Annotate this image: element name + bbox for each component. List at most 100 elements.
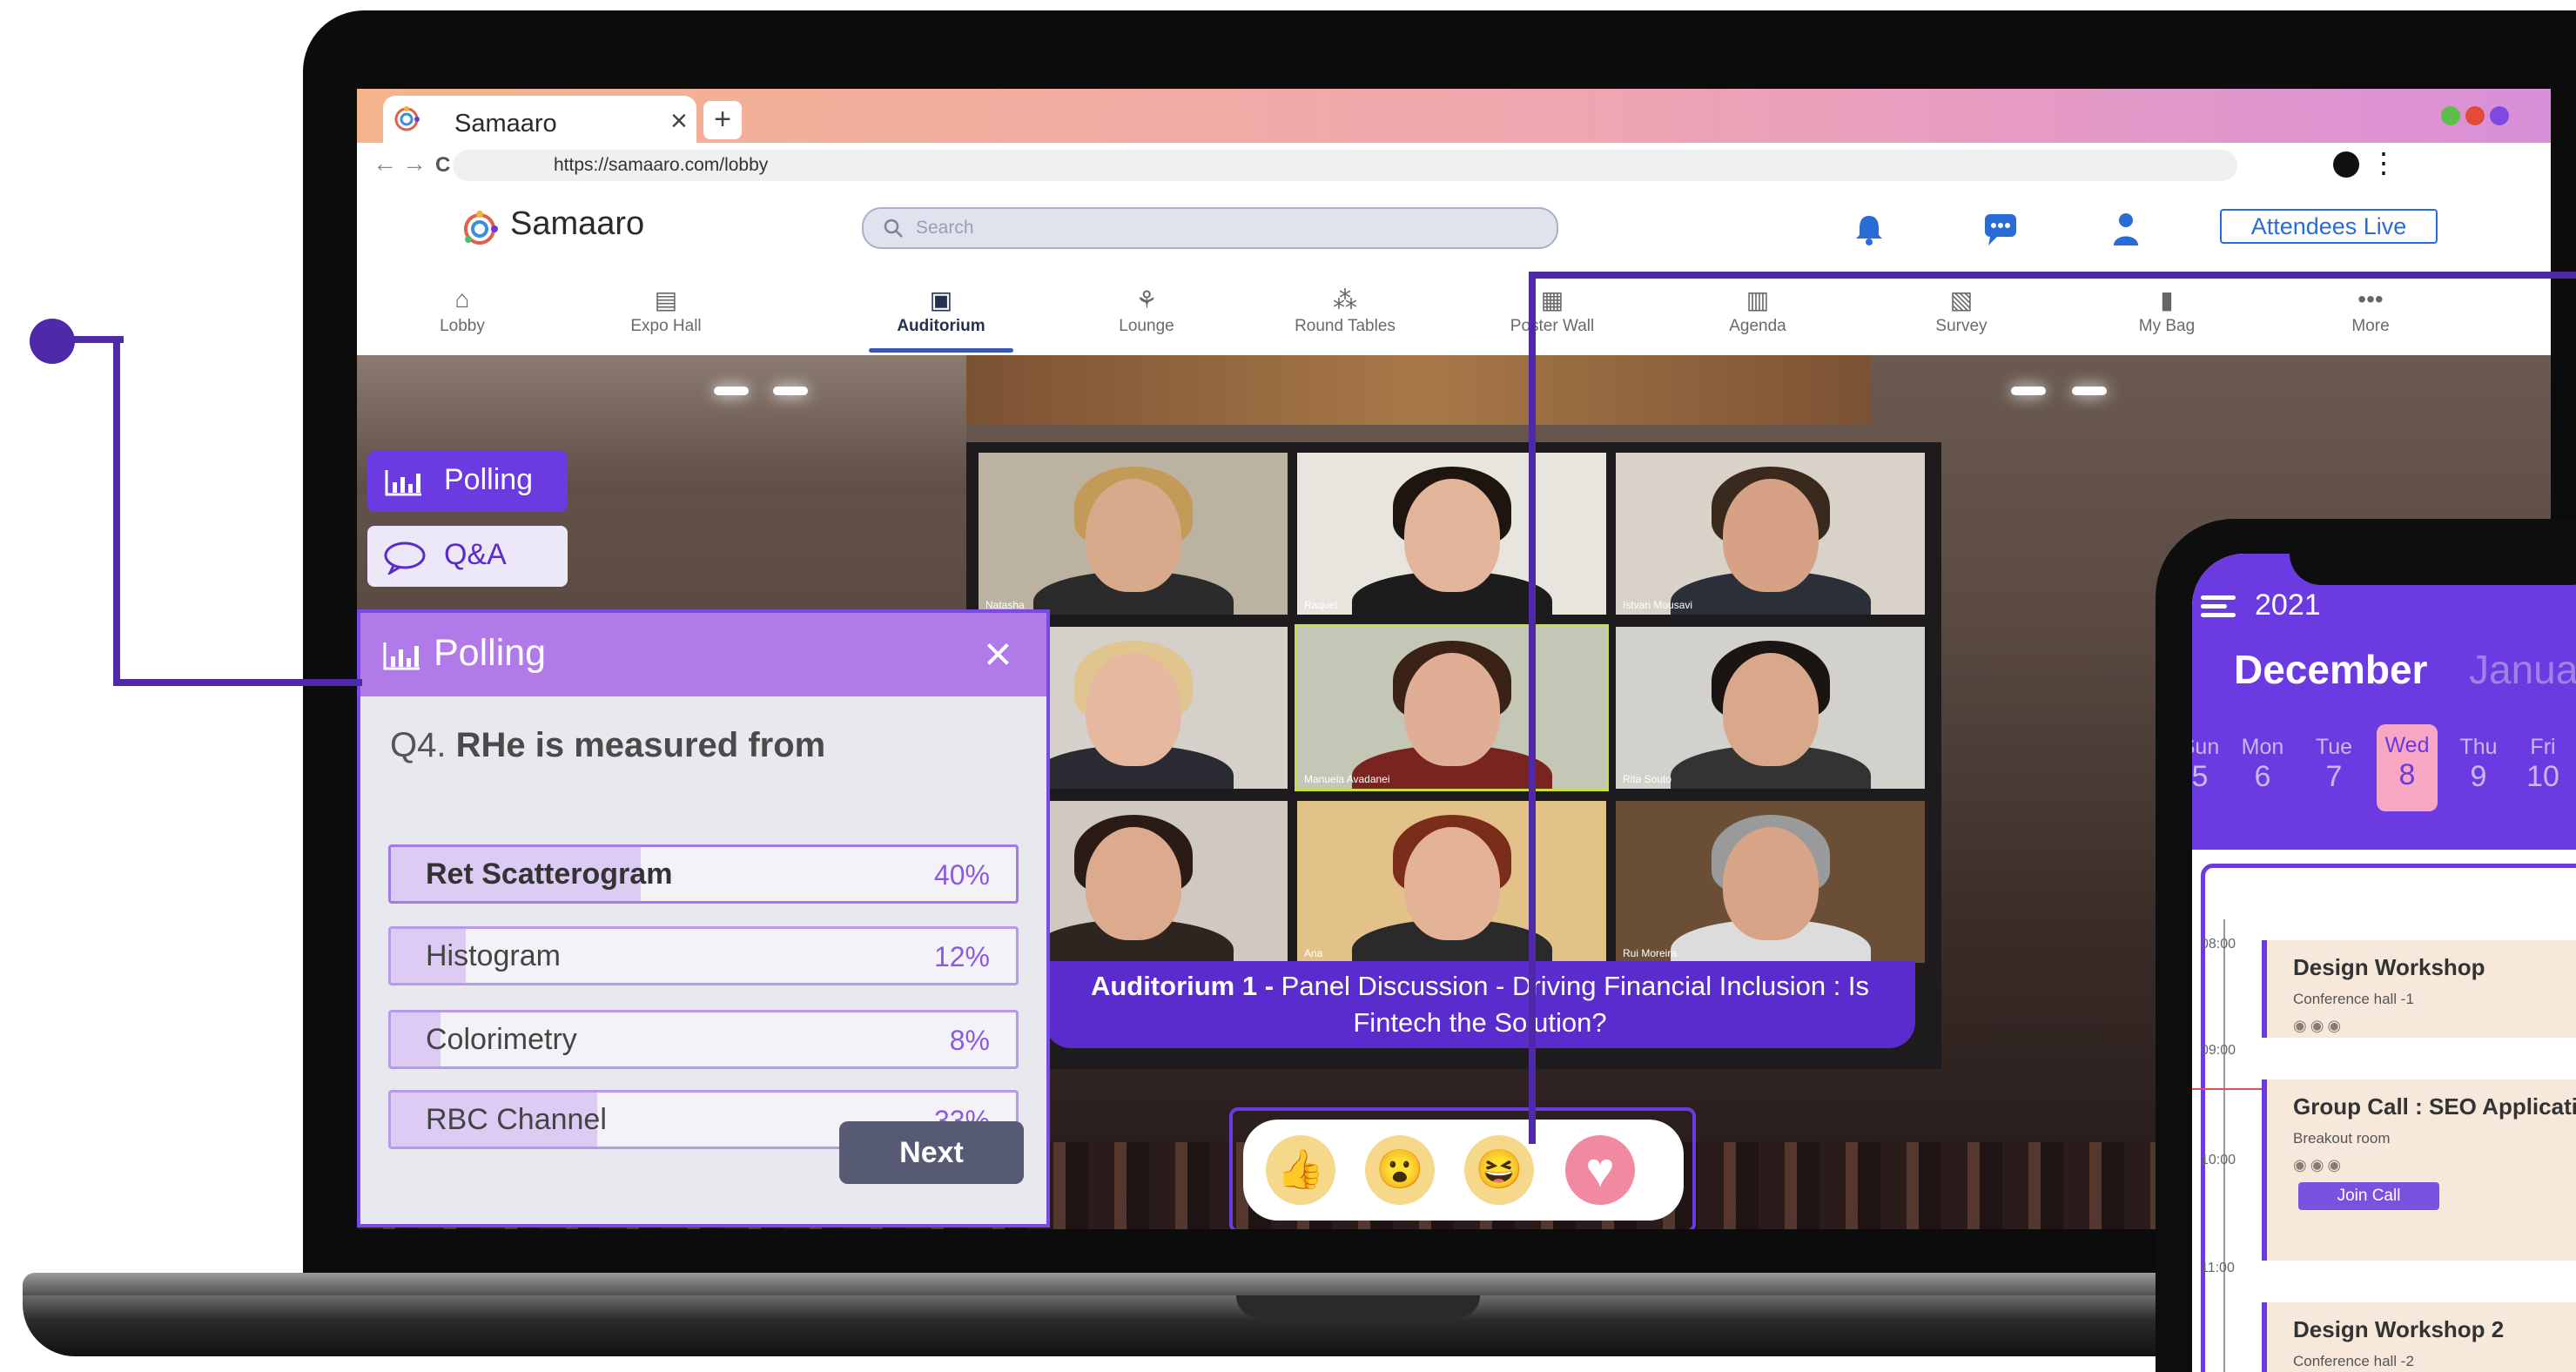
participant-name: Manuela Avadanei bbox=[1304, 773, 1390, 785]
calendar-day-selected[interactable]: Wed 8 bbox=[2377, 724, 2438, 811]
join-call-button[interactable]: Join Call bbox=[2298, 1182, 2439, 1210]
poll-option-label: Colorimetry bbox=[426, 1023, 577, 1056]
video-tile-active[interactable]: Manuela Avadanei bbox=[1295, 624, 1609, 791]
calendar-day[interactable]: Thu 9 bbox=[2448, 735, 2509, 794]
calendar-day[interactable]: Mon 6 bbox=[2232, 735, 2293, 794]
browser-menu-icon[interactable]: ⋮ bbox=[2370, 146, 2398, 179]
video-tile[interactable]: Ana bbox=[1297, 801, 1606, 963]
polling-panel-title: Polling bbox=[434, 632, 547, 674]
heart-icon[interactable]: ♥ bbox=[1565, 1135, 1635, 1205]
menu-icon-line bbox=[2201, 604, 2227, 609]
nav-label: Round Tables bbox=[1295, 317, 1396, 335]
video-tile[interactable]: Istvan Mousavi bbox=[1616, 453, 1925, 615]
participant-name: Istvan Mousavi bbox=[1623, 599, 1693, 611]
bar-chart-icon bbox=[383, 642, 420, 670]
day-number: 6 bbox=[2254, 760, 2271, 793]
menu-icon[interactable] bbox=[2201, 595, 2236, 600]
reload-icon[interactable]: C bbox=[435, 153, 450, 178]
calendar-day[interactable]: Sun5 bbox=[2192, 735, 2230, 794]
poll-option-percent: 40% bbox=[933, 859, 990, 891]
day-number: 5 bbox=[2192, 760, 2209, 793]
video-tile[interactable]: Natasha bbox=[979, 453, 1288, 615]
nav-agenda[interactable]: ▥ Agenda bbox=[1684, 273, 1832, 355]
calendar-day[interactable]: Fri 10 bbox=[2512, 735, 2573, 794]
active-nav-indicator bbox=[869, 348, 1013, 353]
poster-wall-icon: ▦ bbox=[1540, 286, 1564, 313]
schedule-event[interactable]: Group Call : SEO Applicatio Breakout roo… bbox=[2262, 1079, 2576, 1261]
nav-lounge[interactable]: ⚘ Lounge bbox=[1073, 273, 1221, 355]
day-name: Tue bbox=[2315, 735, 2353, 759]
schedule-event[interactable]: Design Workshop Conference hall -1 ◉◉◉ bbox=[2262, 940, 2576, 1038]
attendees-live-button[interactable]: Attendees Live bbox=[2220, 209, 2438, 244]
nav-more[interactable]: ••• More bbox=[2297, 273, 2445, 355]
event-room: Conference hall -2 bbox=[2293, 1353, 2414, 1369]
day-name: Mon bbox=[2241, 735, 2284, 759]
annotation-line bbox=[1529, 272, 1536, 1144]
video-tile[interactable]: Rui Moreira bbox=[1616, 801, 1925, 963]
browser-tab[interactable]: Samaaro × bbox=[383, 96, 696, 145]
tab-close-icon[interactable]: × bbox=[670, 104, 688, 138]
nav-round-tables[interactable]: ⁂ Round Tables bbox=[1271, 273, 1419, 355]
annotation-line bbox=[113, 336, 120, 686]
event-title: Design Workshop 2 bbox=[2293, 1316, 2505, 1342]
calendar-day[interactable]: Tue 7 bbox=[2304, 735, 2364, 794]
question-text: RHe is measured from bbox=[455, 726, 826, 764]
laughing-face-icon[interactable]: 😆 bbox=[1464, 1135, 1534, 1205]
day-name: Thu bbox=[2459, 735, 2498, 759]
day-number: 9 bbox=[2470, 760, 2487, 793]
back-icon[interactable]: ← bbox=[373, 150, 397, 178]
poll-option-percent: 8% bbox=[949, 1025, 990, 1056]
address-bar: ← → C https://samaaro.com/lobby ⋮ bbox=[357, 143, 2551, 186]
wow-face-icon[interactable]: 😮 bbox=[1365, 1135, 1435, 1205]
poll-option[interactable]: Colorimetry 8% bbox=[388, 1010, 1019, 1069]
nav-poster-wall[interactable]: ▦ Poster Wall bbox=[1478, 273, 1626, 355]
search-placeholder: Search bbox=[916, 218, 974, 238]
nav-auditorium[interactable]: ▣ Auditorium bbox=[867, 273, 1015, 355]
poll-option[interactable]: Histogram 12% bbox=[388, 926, 1019, 985]
annotation-line bbox=[1529, 272, 2576, 279]
next-button[interactable]: Next bbox=[839, 1121, 1024, 1184]
day-number: 10 bbox=[2526, 760, 2559, 793]
nav-label: Poster Wall bbox=[1510, 317, 1595, 335]
day-name: Fri bbox=[2530, 735, 2556, 759]
window-dot-red[interactable] bbox=[2465, 106, 2485, 125]
calendar-month: December bbox=[2234, 647, 2428, 692]
user-profile-icon[interactable] bbox=[2110, 211, 2142, 247]
forward-icon[interactable]: → bbox=[402, 150, 427, 178]
nav-survey[interactable]: ▧ Survey bbox=[1887, 273, 2035, 355]
poll-option-label: Histogram bbox=[426, 939, 561, 972]
poll-option-percent: 12% bbox=[933, 941, 990, 972]
event-title: Design Workshop bbox=[2293, 954, 2485, 980]
event-title: Group Call : SEO Applicatio bbox=[2293, 1093, 2576, 1120]
more-dots-icon: ••• bbox=[2357, 286, 2384, 313]
stage-light bbox=[714, 387, 749, 395]
participant-name: Rui Moreira bbox=[1623, 947, 1678, 959]
home-icon: ⌂ bbox=[454, 286, 470, 313]
video-tile[interactable]: Rita Souto bbox=[1616, 627, 1925, 789]
calendar-next-month[interactable]: Janua bbox=[2469, 646, 2576, 693]
qa-tab[interactable]: Q&A bbox=[367, 526, 568, 587]
stage-wood-panel bbox=[966, 355, 1872, 425]
tab-title: Samaaro bbox=[454, 110, 557, 138]
app-header: Samaaro Search Attendees Live bbox=[357, 186, 2551, 274]
day-number: 7 bbox=[2325, 760, 2343, 793]
nav-expo-hall[interactable]: ▤ Expo Hall bbox=[592, 273, 740, 355]
nav-my-bag[interactable]: ▮ My Bag bbox=[2093, 273, 2241, 355]
video-tile[interactable]: Raquel bbox=[1297, 453, 1606, 615]
schedule-event[interactable]: Design Workshop 2 Conference hall -2 bbox=[2262, 1302, 2576, 1372]
polling-tab[interactable]: Polling bbox=[367, 451, 568, 512]
session-caption: Auditorium 1 - Panel Discussion - Drivin… bbox=[1045, 961, 1915, 1048]
time-label: 09:00 bbox=[2201, 1043, 2236, 1058]
window-dot-green[interactable] bbox=[2441, 106, 2460, 125]
poll-option[interactable]: Ret Scatterogram 40% bbox=[388, 844, 1019, 904]
new-tab-button[interactable]: + bbox=[703, 101, 742, 139]
nav-lobby[interactable]: ⌂ Lobby bbox=[388, 273, 536, 355]
chat-icon[interactable] bbox=[1981, 211, 2020, 247]
profile-icon[interactable] bbox=[2333, 151, 2359, 178]
close-icon[interactable]: × bbox=[984, 625, 1012, 682]
caption-session-name: Auditorium 1 - bbox=[1090, 971, 1281, 1001]
thumbs-up-icon[interactable]: 👍 bbox=[1266, 1135, 1335, 1205]
time-label: 11:00 bbox=[2201, 1261, 2235, 1275]
window-dot-purple[interactable] bbox=[2490, 106, 2509, 125]
notification-bell-icon[interactable] bbox=[1851, 211, 1887, 247]
